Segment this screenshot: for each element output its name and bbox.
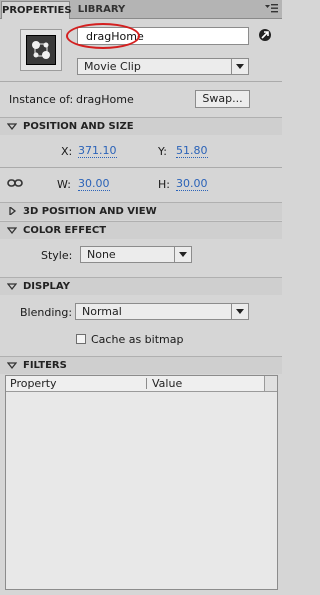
section-display[interactable]: DISPLAY: [0, 277, 282, 295]
section-color-effect[interactable]: COLOR EFFECT: [0, 221, 282, 239]
x-label: X:: [61, 145, 73, 158]
instance-name-input[interactable]: [77, 27, 249, 45]
instance-of-label: Instance of:: [9, 93, 74, 106]
collapsed-arrow-icon: [9, 207, 17, 215]
section-label: DISPLAY: [23, 281, 70, 292]
blending-select[interactable]: Normal: [75, 303, 249, 320]
section-3d-position[interactable]: 3D POSITION AND VIEW: [0, 202, 282, 220]
chevron-down-icon: [231, 59, 248, 74]
filters-table-header: Property Value: [6, 376, 277, 392]
column-value[interactable]: Value: [152, 376, 182, 391]
tab-library[interactable]: LIBRARY: [74, 1, 129, 18]
instance-of-value: dragHome: [76, 93, 134, 106]
filters-table[interactable]: Property Value: [5, 375, 278, 590]
symbol-type-select[interactable]: Movie Clip: [77, 58, 249, 75]
section-filters[interactable]: FILTERS: [0, 356, 282, 374]
scrollbar-corner: [264, 376, 277, 391]
expanded-arrow-icon: [7, 227, 17, 235]
movie-clip-symbol-icon: [26, 35, 56, 65]
y-value[interactable]: 51.80: [176, 145, 208, 158]
swap-button[interactable]: Swap...: [195, 90, 250, 108]
section-label: POSITION AND SIZE: [23, 121, 134, 132]
section-position-size[interactable]: POSITION AND SIZE: [0, 117, 282, 135]
divider: [0, 81, 282, 82]
cache-bitmap-label: Cache as bitmap: [91, 333, 184, 346]
chevron-down-icon: [174, 247, 191, 262]
h-label: H:: [158, 178, 170, 191]
column-property[interactable]: Property: [10, 376, 57, 391]
style-value: None: [87, 248, 116, 261]
style-label: Style:: [41, 249, 73, 262]
panel-menu-icon[interactable]: [264, 3, 278, 14]
style-select[interactable]: None: [80, 246, 192, 263]
w-value[interactable]: 30.00: [78, 178, 110, 191]
expanded-arrow-icon: [7, 123, 17, 131]
lock-ratio-icon[interactable]: [7, 178, 23, 188]
section-label: COLOR EFFECT: [23, 225, 107, 236]
blending-value: Normal: [82, 305, 122, 318]
section-label: FILTERS: [23, 360, 67, 371]
tab-properties[interactable]: PROPERTIES: [1, 1, 72, 19]
edit-symbol-icon[interactable]: [258, 28, 272, 42]
section-label: 3D POSITION AND VIEW: [23, 206, 157, 217]
h-value[interactable]: 30.00: [176, 178, 208, 191]
column-divider[interactable]: [146, 378, 147, 389]
y-label: Y:: [158, 145, 167, 158]
x-value[interactable]: 371.10: [78, 145, 117, 158]
w-label: W:: [57, 178, 71, 191]
expanded-arrow-icon: [7, 283, 17, 291]
panel-tab-strip: PROPERTIES LIBRARY: [0, 0, 282, 19]
divider: [0, 167, 282, 168]
symbol-type-value: Movie Clip: [84, 60, 141, 73]
expanded-arrow-icon: [7, 362, 17, 370]
chevron-down-icon: [231, 304, 248, 319]
symbol-preview: [20, 29, 62, 71]
cache-bitmap-checkbox[interactable]: [76, 334, 86, 344]
blending-label: Blending:: [20, 306, 73, 319]
